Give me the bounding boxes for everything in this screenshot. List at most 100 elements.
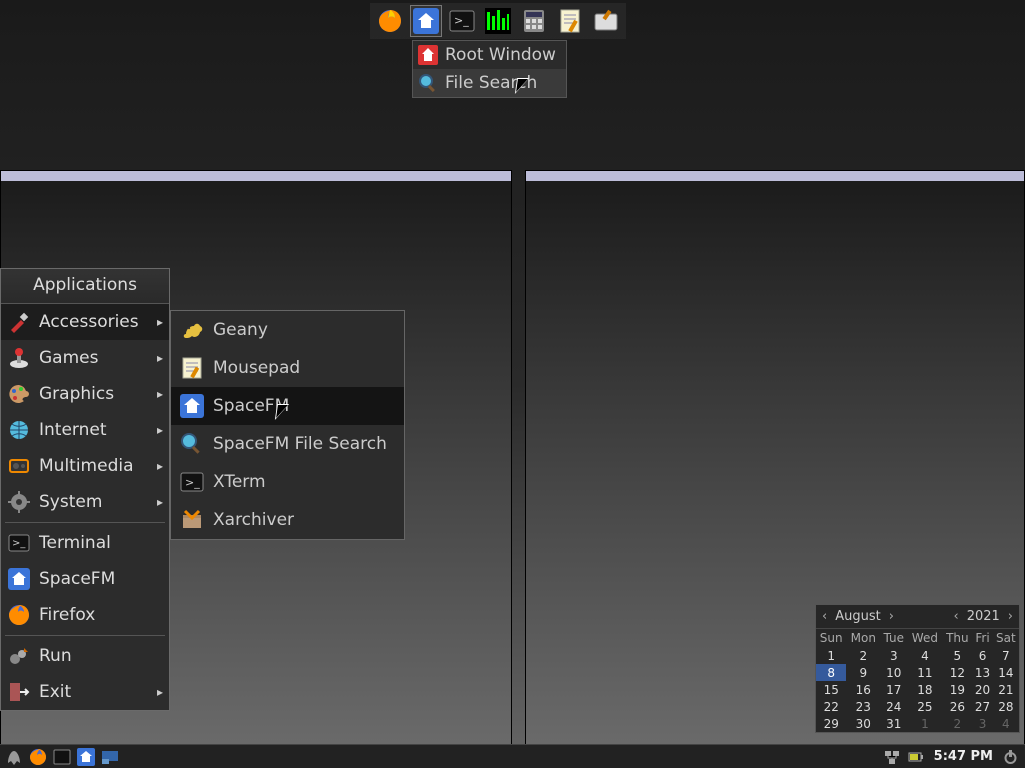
menu-cat-system[interactable]: System bbox=[1, 484, 169, 520]
launcher-settings[interactable] bbox=[590, 5, 622, 37]
calendar-day[interactable]: 9 bbox=[846, 664, 880, 681]
calendar-prev-year[interactable]: ‹ bbox=[954, 609, 959, 624]
calendar-day[interactable]: 7 bbox=[993, 647, 1019, 664]
calendar-day[interactable]: 30 bbox=[846, 715, 880, 732]
menu-pin-spacefm[interactable]: SpaceFM bbox=[1, 561, 169, 597]
calendar-day[interactable]: 24 bbox=[880, 698, 907, 715]
menu-cat-graphics[interactable]: Graphics bbox=[1, 376, 169, 412]
taskbar-terminal[interactable] bbox=[52, 747, 72, 767]
submenu-item-xarchiver[interactable]: Xarchiver bbox=[171, 501, 404, 539]
tray-battery[interactable] bbox=[906, 747, 926, 767]
menu-foot-exit[interactable]: Exit bbox=[1, 674, 169, 710]
tray-network[interactable] bbox=[882, 747, 902, 767]
calendar-day[interactable]: 19 bbox=[942, 681, 972, 698]
menu-cat-games[interactable]: Games bbox=[1, 340, 169, 376]
submenu-item-label: XTerm bbox=[213, 472, 266, 492]
menu-cat-accessories[interactable]: Accessories bbox=[1, 304, 169, 340]
launcher-htop[interactable] bbox=[482, 5, 514, 37]
geany-icon bbox=[179, 317, 205, 343]
calendar-day[interactable]: 3 bbox=[880, 647, 907, 664]
home-icon bbox=[413, 8, 439, 34]
calendar-dow: Fri bbox=[972, 629, 992, 647]
menu-cat-multimedia[interactable]: Multimedia bbox=[1, 448, 169, 484]
tray-logout[interactable] bbox=[1001, 747, 1021, 767]
calendar-day[interactable]: 27 bbox=[972, 698, 992, 715]
power-icon bbox=[1004, 748, 1018, 766]
calendar-day[interactable]: 18 bbox=[907, 681, 942, 698]
menu-foot-run[interactable]: Run bbox=[1, 638, 169, 674]
taskbar-show-desktop[interactable] bbox=[100, 747, 120, 767]
calendar-day[interactable]: 26 bbox=[942, 698, 972, 715]
calendar-day[interactable]: 11 bbox=[907, 664, 942, 681]
calendar-day[interactable]: 21 bbox=[993, 681, 1019, 698]
launcher-calculator[interactable] bbox=[518, 5, 550, 37]
submenu-item-mousepad[interactable]: Mousepad bbox=[171, 349, 404, 387]
calendar-day[interactable]: 1 bbox=[816, 647, 846, 664]
calendar-day[interactable]: 28 bbox=[993, 698, 1019, 715]
launcher-text-editor[interactable] bbox=[554, 5, 586, 37]
calendar-prev-month[interactable]: ‹ bbox=[822, 609, 827, 624]
taskbar-firefox[interactable] bbox=[28, 747, 48, 767]
globe-icon bbox=[7, 418, 31, 442]
calendar-day[interactable]: 31 bbox=[880, 715, 907, 732]
calendar-day[interactable]: 16 bbox=[846, 681, 880, 698]
menu-cat-label: Games bbox=[39, 348, 98, 368]
submenu-item-spacefm[interactable]: SpaceFM bbox=[171, 387, 404, 425]
launcher-firefox[interactable] bbox=[374, 5, 406, 37]
taskbar-menu-button[interactable] bbox=[4, 747, 24, 767]
calendar-day[interactable]: 13 bbox=[972, 664, 992, 681]
taskbar-clock[interactable]: 5:47 PM bbox=[934, 749, 993, 764]
calendar-day[interactable]: 10 bbox=[880, 664, 907, 681]
calendar-next-year[interactable]: › bbox=[1008, 609, 1013, 624]
calendar-day[interactable]: 4 bbox=[907, 647, 942, 664]
applications-menu-title: Applications bbox=[1, 269, 169, 304]
menu-cat-internet[interactable]: Internet bbox=[1, 412, 169, 448]
calendar-day[interactable]: 2 bbox=[942, 715, 972, 732]
menu-cat-label: System bbox=[39, 492, 102, 512]
network-icon bbox=[883, 748, 901, 766]
submenu-item-geany[interactable]: Geany bbox=[171, 311, 404, 349]
calendar-day[interactable]: 29 bbox=[816, 715, 846, 732]
calendar-month: August bbox=[835, 609, 881, 624]
calendar-day[interactable]: 8 bbox=[816, 664, 846, 681]
calendar-day[interactable]: 2 bbox=[846, 647, 880, 664]
menu-pin-label: Firefox bbox=[39, 605, 95, 625]
launcher-menu-root-window[interactable]: Root Window bbox=[413, 41, 566, 69]
menu-pin-firefox[interactable]: Firefox bbox=[1, 597, 169, 633]
menu-pin-terminal[interactable]: >_ Terminal bbox=[1, 525, 169, 561]
firefox-icon bbox=[29, 748, 47, 766]
submenu-item-spacefm-search[interactable]: SpaceFM File Search bbox=[171, 425, 404, 463]
home-icon bbox=[77, 748, 95, 766]
search-icon bbox=[179, 431, 205, 457]
submenu-item-label: Xarchiver bbox=[213, 510, 294, 530]
menu-cat-label: Graphics bbox=[39, 384, 114, 404]
calendar-day[interactable]: 4 bbox=[993, 715, 1019, 732]
calendar-day[interactable]: 1 bbox=[907, 715, 942, 732]
launcher-menu-file-search[interactable]: File Search bbox=[413, 69, 566, 97]
calendar-day[interactable]: 5 bbox=[942, 647, 972, 664]
calendar-day[interactable]: 12 bbox=[942, 664, 972, 681]
submenu-item-xterm[interactable]: >_ XTerm bbox=[171, 463, 404, 501]
calendar-day[interactable]: 17 bbox=[880, 681, 907, 698]
calendar-day[interactable]: 14 bbox=[993, 664, 1019, 681]
applications-menu: Applications Accessories Games Graphics … bbox=[0, 268, 170, 711]
calendar-day[interactable]: 25 bbox=[907, 698, 942, 715]
calendar-widget: ‹ August › ‹ 2021 › SunMonTueWedThuFriSa… bbox=[815, 604, 1020, 733]
search-icon bbox=[417, 72, 439, 94]
joystick-icon bbox=[7, 346, 31, 370]
taskbar-filemanager[interactable] bbox=[76, 747, 96, 767]
calendar-day[interactable]: 15 bbox=[816, 681, 846, 698]
menu-pin-label: SpaceFM bbox=[39, 569, 115, 589]
submenu-item-label: Geany bbox=[213, 320, 268, 340]
calendar-day[interactable]: 22 bbox=[816, 698, 846, 715]
calendar-day[interactable]: 6 bbox=[972, 647, 992, 664]
menu-cat-label: Multimedia bbox=[39, 456, 134, 476]
launcher-terminal[interactable]: >_ bbox=[446, 5, 478, 37]
launcher-file-manager[interactable] bbox=[410, 5, 442, 37]
palette-icon bbox=[7, 382, 31, 406]
calendar-day[interactable]: 20 bbox=[972, 681, 992, 698]
calendar-day[interactable]: 23 bbox=[846, 698, 880, 715]
top-launcher: >_ bbox=[370, 3, 626, 39]
calendar-day[interactable]: 3 bbox=[972, 715, 992, 732]
calendar-next-month[interactable]: › bbox=[889, 609, 894, 624]
